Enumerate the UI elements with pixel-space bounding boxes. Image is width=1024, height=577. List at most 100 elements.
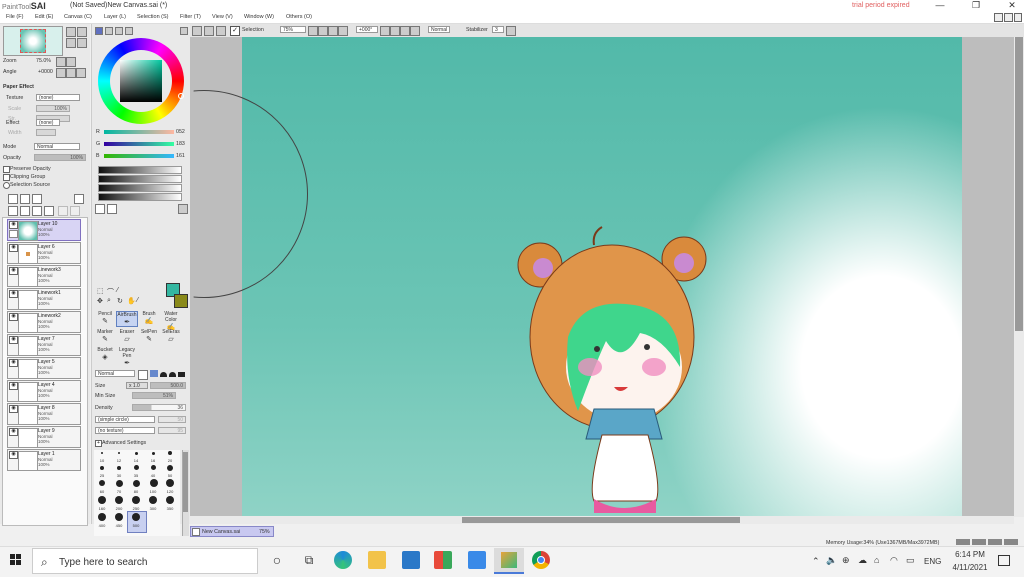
menu-window[interactable]: Window (W) xyxy=(244,14,274,20)
rgb-slider-mode-icon[interactable] xyxy=(105,27,113,35)
eye-icon[interactable]: ◉ xyxy=(9,336,18,344)
selection-source-radio[interactable] xyxy=(3,182,10,189)
grid-toggle-icon[interactable] xyxy=(192,26,202,36)
nav-flip-icon[interactable] xyxy=(77,38,87,48)
brush-texture-select[interactable]: (no texture) xyxy=(95,427,155,434)
edge-icon[interactable] xyxy=(334,551,352,569)
eye-icon[interactable]: ◉ xyxy=(9,382,18,390)
move-icon[interactable]: ✥ xyxy=(97,297,103,305)
merge-down-icon[interactable] xyxy=(20,206,30,216)
nav-rotate-icon[interactable] xyxy=(66,38,76,48)
size-multiplier[interactable]: x 1.0 xyxy=(126,382,148,389)
menu-layer[interactable]: Layer (L) xyxy=(104,14,126,20)
sub-color-swatch[interactable] xyxy=(174,294,188,308)
minimize-button[interactable]: — xyxy=(930,0,950,12)
scratch-bar[interactable] xyxy=(98,193,182,201)
transfer-down-icon[interactable] xyxy=(8,206,18,216)
min-size-slider[interactable]: 51% xyxy=(132,392,176,399)
eye-icon[interactable]: ◉ xyxy=(9,405,18,413)
maximize-button[interactable]: ❐ xyxy=(966,0,986,12)
eye-icon[interactable]: ◉ xyxy=(9,221,18,229)
layer-item[interactable]: ◉ Linework3 Normal 100% xyxy=(7,265,81,287)
green-slider[interactable] xyxy=(104,142,174,146)
swatch-menu-icon[interactable] xyxy=(178,204,188,214)
rotate-right-icon[interactable] xyxy=(390,26,400,36)
brush-texture-strength[interactable]: 95 xyxy=(158,427,186,434)
red-slider[interactable] xyxy=(104,130,174,134)
opacity-slider[interactable]: 100% xyxy=(34,154,86,161)
tool-bucket[interactable]: Bucket ◈ xyxy=(94,347,116,361)
close-button[interactable]: ✕ xyxy=(1002,0,1022,12)
scratch-bar[interactable] xyxy=(98,175,182,183)
eye-icon[interactable]: ◉ xyxy=(9,244,18,252)
eye-icon[interactable]: ◉ xyxy=(9,451,18,459)
menu-selection[interactable]: Selection (S) xyxy=(137,14,169,20)
layer-item[interactable]: ◉ Layer 1 Normal 100% xyxy=(7,449,81,471)
scratch-bar[interactable] xyxy=(98,166,182,174)
eyedropper-icon[interactable]: ⁄ xyxy=(137,297,138,304)
texture-select[interactable]: (none) xyxy=(36,94,80,101)
lasso-icon[interactable]: ⌒ xyxy=(107,287,114,297)
flip-horizontal-icon[interactable] xyxy=(410,26,420,36)
language-indicator[interactable]: ENG xyxy=(924,557,941,566)
brush-shape-select[interactable]: (simple circle) xyxy=(95,416,155,423)
brush-mode-select[interactable]: Normal xyxy=(95,370,135,377)
brush-shape-picker[interactable] xyxy=(150,370,186,377)
tool-selpen[interactable]: SelPen ✎ xyxy=(138,329,160,343)
clock-date[interactable]: 4/11/2021 xyxy=(948,563,992,572)
brush-shape-strength[interactable]: 50 xyxy=(158,416,186,423)
angle-minus-icon[interactable] xyxy=(56,68,66,78)
battery-icon[interactable]: ▭ xyxy=(906,555,915,566)
angle-reset-icon[interactable] xyxy=(76,68,86,78)
vertical-scrollbar[interactable] xyxy=(1014,37,1024,517)
advanced-settings-toggle[interactable]: + xyxy=(95,440,102,447)
windows-start-icon[interactable] xyxy=(10,554,22,566)
cortana-icon[interactable]: ○ xyxy=(268,551,286,569)
angle-plus-icon[interactable] xyxy=(66,68,76,78)
layer-item[interactable]: ◉ Linework2 Normal 100% xyxy=(7,311,81,333)
wifi-icon[interactable]: ◠ xyxy=(890,555,898,566)
blend-mode-select[interactable]: Normal xyxy=(428,26,450,33)
tray-overflow-icon[interactable]: ⌃ xyxy=(812,556,820,567)
eye-icon[interactable]: ◉ xyxy=(9,428,18,436)
layer-item[interactable]: ◉ Layer 5 Normal 100% xyxy=(7,357,81,379)
hsv-slider-mode-icon[interactable] xyxy=(115,27,123,35)
file-explorer-icon[interactable] xyxy=(368,551,386,569)
notifications-icon[interactable] xyxy=(998,555,1010,566)
zoom-select[interactable]: 75% xyxy=(280,26,306,33)
layer-item[interactable]: ◉ Linework1 Normal 100% xyxy=(7,288,81,310)
menu-file[interactable]: File (F) xyxy=(6,14,23,20)
rotate-reset-icon[interactable] xyxy=(400,26,410,36)
zoom-in-icon[interactable] xyxy=(308,26,318,36)
nav-zoom-in-icon[interactable] xyxy=(66,27,76,37)
layer-item[interactable]: ◉ Layer 8 Normal 100% xyxy=(7,403,81,425)
apply-mask-icon[interactable] xyxy=(70,206,80,216)
taskbar-search[interactable]: ⌕ Type here to search xyxy=(32,548,258,574)
tool-marker[interactable]: Marker ✎ xyxy=(94,329,116,343)
stabilizer-dropdown-icon[interactable] xyxy=(506,26,516,36)
size-slider[interactable]: 500.0 xyxy=(150,382,186,389)
rotation-field[interactable]: +000° xyxy=(356,26,378,33)
stabilizer-select[interactable]: 3 xyxy=(492,26,504,33)
app-icon[interactable] xyxy=(468,551,486,569)
chrome-icon[interactable] xyxy=(532,551,550,569)
menu-filter[interactable]: Filter (T) xyxy=(180,14,201,20)
paint-tool-sai-taskbar-button[interactable] xyxy=(494,548,524,574)
zoom-tool-icon[interactable]: ⌕ xyxy=(107,297,111,305)
rotate-left-icon[interactable] xyxy=(380,26,390,36)
layer-settings-icon[interactable] xyxy=(74,194,84,204)
menu-edit[interactable]: Edit (E) xyxy=(35,14,53,20)
saturation-value-square[interactable] xyxy=(120,60,162,102)
nav-zoom-out-icon[interactable] xyxy=(77,27,87,37)
drawing-canvas[interactable] xyxy=(242,37,962,517)
volume-icon[interactable]: 🔈 xyxy=(826,555,837,566)
menu-others[interactable]: Others (O) xyxy=(286,14,312,20)
width-slider[interactable] xyxy=(36,129,56,136)
layer-item[interactable]: ◉ Layer 7 Normal 100% xyxy=(7,334,81,356)
tool-eraser[interactable]: Eraser ▱ xyxy=(116,329,138,343)
canvas-tab[interactable]: New Canvas.sai 75% xyxy=(190,526,274,537)
rotate-tool-icon[interactable]: ↻ xyxy=(117,297,123,305)
new-linework-layer-icon[interactable] xyxy=(20,194,30,204)
inner-close-icon[interactable] xyxy=(1014,13,1022,22)
tray-app-icon[interactable]: ⊕ xyxy=(842,555,850,566)
